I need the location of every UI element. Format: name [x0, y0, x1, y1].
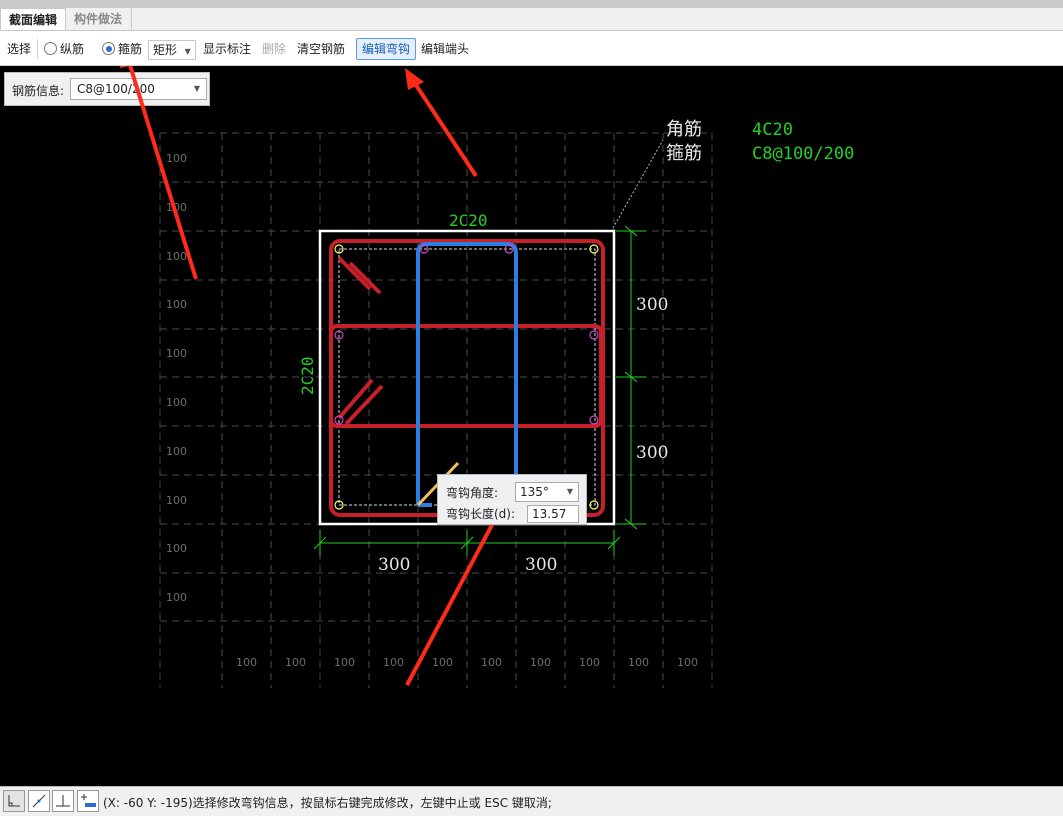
- side-rebar[interactable]: [589, 330, 599, 340]
- grid-vertical-lines: [159, 133, 713, 688]
- radio-icon: [44, 42, 57, 55]
- side-rebar-label: 2C20: [298, 356, 317, 395]
- grid-label: 100: [166, 396, 187, 409]
- grid-label: 100: [481, 656, 502, 669]
- corner-rebar-value: 4C20: [752, 120, 793, 140]
- dim-bottom-left: 300: [378, 555, 410, 575]
- edit-hook-button[interactable]: 编辑弯钩: [356, 38, 417, 60]
- snap-line-icon: [32, 794, 46, 808]
- snap-perpendicular-button[interactable]: [52, 790, 74, 812]
- status-bar: (X: -60 Y: -195)选择修改弯钩信息，按鼠标右键完成修改，左键中止或…: [0, 786, 1063, 816]
- toolbar: 选择 纵筋 箍筋 矩形 ▼ 显示标注 删除 清空钢筋 编辑弯钩 编辑端头: [0, 31, 1063, 66]
- stirrup-label: 箍筋: [118, 42, 143, 56]
- drawing-canvas[interactable]: 100 100 100 100 100 100 100 100 100 100 100 100 100…: [0, 66, 1063, 786]
- dim-right-bottom: 300: [636, 443, 668, 463]
- tab-bar: 截面编辑 构件做法: [0, 8, 1063, 31]
- dimension-icon: [81, 794, 96, 807]
- grid-label: 100: [530, 656, 551, 669]
- tab-section-edit[interactable]: 截面编辑: [0, 8, 66, 30]
- hook-angle-value: 135°: [520, 485, 549, 499]
- bottom-dimension: [313, 530, 621, 556]
- grid-label: 100: [166, 494, 187, 507]
- grid-label: 100: [166, 250, 187, 263]
- hook-length-input[interactable]: 13.57: [527, 505, 579, 523]
- grid-label: 100: [166, 445, 187, 458]
- grid-label: 100: [166, 298, 187, 311]
- toolbar-divider: [37, 39, 38, 59]
- delete-button[interactable]: 删除: [262, 40, 286, 58]
- grid-label: 100: [166, 591, 187, 604]
- dim-bottom-right: 300: [525, 555, 557, 575]
- chevron-down-icon: ▼: [566, 487, 573, 496]
- status-text: (X: -60 Y: -195)选择修改弯钩信息，按鼠标右键完成修改，左键中止或…: [103, 796, 552, 810]
- right-dimension: [616, 225, 646, 530]
- hook-edit-dialog: 弯钩角度: 135° ▼ 弯钩长度(d): 13.57: [437, 474, 587, 525]
- grid-label: 100: [677, 656, 698, 669]
- grid-label: 100: [579, 656, 600, 669]
- stirrup-hook[interactable]: [337, 256, 372, 291]
- stirrup-value-text: C8@100/200: [752, 144, 854, 164]
- shape-dropdown-value: 矩形: [153, 43, 178, 57]
- grid-label: 100: [166, 152, 187, 165]
- side-rebar[interactable]: [589, 415, 599, 425]
- hook-angle-select[interactable]: 135° ▼: [515, 482, 579, 502]
- orthogonal-mode-button[interactable]: [3, 790, 25, 812]
- clear-rebar-button[interactable]: 清空钢筋: [297, 40, 345, 58]
- hook-angle-label: 弯钩角度:: [446, 486, 499, 500]
- show-annotation-button[interactable]: 显示标注: [203, 40, 251, 58]
- grid-label: 100: [166, 542, 187, 555]
- top-rebar-label: 2C20: [449, 211, 488, 230]
- edit-end-button[interactable]: 编辑端头: [421, 40, 469, 58]
- grid-label: 100: [628, 656, 649, 669]
- perpendicular-icon: [56, 795, 70, 807]
- chevron-down-icon: ▼: [184, 47, 191, 56]
- grid-label: 100: [334, 656, 355, 669]
- stirrup-hook[interactable]: [348, 261, 382, 295]
- select-button[interactable]: 选择: [7, 40, 31, 58]
- callout-leader-line: [612, 139, 664, 229]
- longitudinal-label: 纵筋: [60, 42, 85, 56]
- grid-label: 100: [285, 656, 306, 669]
- grid-label: 100: [236, 656, 257, 669]
- grid-label: 100: [383, 656, 404, 669]
- radio-selected-icon: [102, 42, 115, 55]
- grid-label: 100: [166, 347, 187, 360]
- horizontal-tie[interactable]: [329, 324, 603, 428]
- corner-rebar-label: 角筋: [666, 119, 702, 140]
- shape-dropdown[interactable]: 矩形 ▼: [148, 40, 196, 60]
- orthogonal-icon: [8, 795, 20, 807]
- snap-line-button[interactable]: [28, 790, 50, 812]
- stirrup-radio[interactable]: 箍筋: [102, 40, 142, 58]
- window-top-strip: [0, 0, 1063, 8]
- grid-label: 100: [432, 656, 453, 669]
- stirrup-label-text: 箍筋: [666, 143, 702, 164]
- hook-length-label: 弯钩长度(d):: [446, 507, 516, 521]
- tab-component-method[interactable]: 构件做法: [66, 8, 132, 30]
- longitudinal-radio[interactable]: 纵筋: [44, 40, 84, 58]
- dimension-input-button[interactable]: [77, 790, 99, 812]
- dim-right-top: 300: [636, 295, 668, 315]
